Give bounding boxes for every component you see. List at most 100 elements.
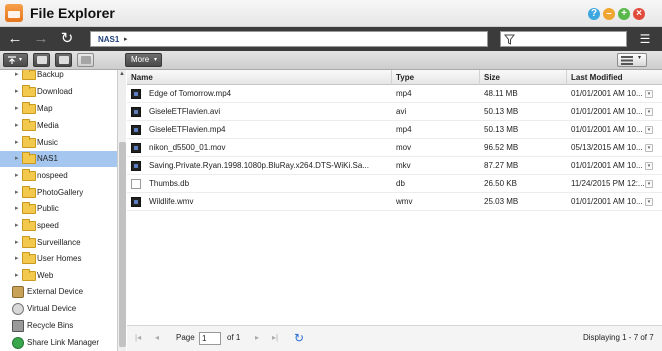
tree-item-web[interactable]: ▸ Web xyxy=(0,268,117,284)
video-file-icon xyxy=(131,143,141,153)
root-item-label: Virtual Device xyxy=(27,304,77,313)
expand-arrow-icon[interactable]: ▸ xyxy=(15,254,19,262)
tree-item-surveillance[interactable]: ▸ Surveillance xyxy=(0,235,117,251)
page-number-input[interactable]: 1 xyxy=(199,332,221,345)
expand-arrow-icon[interactable]: ▸ xyxy=(15,204,19,212)
expand-arrow-icon[interactable]: ▸ xyxy=(15,221,19,229)
tree-item-public[interactable]: ▸ Public xyxy=(0,201,117,217)
back-arrow-icon[interactable]: ← xyxy=(6,31,24,47)
tree-item-music[interactable]: ▸ Music xyxy=(0,135,117,151)
expand-arrow-icon[interactable]: ▸ xyxy=(15,138,19,146)
tree-item-media[interactable]: ▸ Media xyxy=(0,118,117,134)
root-item-external-device[interactable]: External Device xyxy=(0,284,117,300)
scroll-up-arrow-icon[interactable]: ▲ xyxy=(119,71,125,77)
root-item-virtual-device[interactable]: Virtual Device xyxy=(0,301,117,317)
file-type: mp4 xyxy=(396,89,412,98)
row-menu-arrow-icon[interactable]: ▾ xyxy=(645,180,653,188)
page-count-label: of 1 xyxy=(227,333,241,342)
tree-item-map[interactable]: ▸ Map xyxy=(0,101,117,117)
expand-arrow-icon[interactable]: ▸ xyxy=(15,271,19,279)
refresh-icon[interactable]: ↻ xyxy=(58,31,76,47)
expand-arrow-icon[interactable]: ▸ xyxy=(15,70,19,78)
file-size: 87.27 MB xyxy=(484,161,519,170)
root-item-recycle-bins[interactable]: Recycle Bins xyxy=(0,318,117,334)
file-row[interactable]: nikon_d5500_01.mov mov 96.52 MB 05/13/20… xyxy=(127,139,662,157)
path-breadcrumb[interactable]: NAS1 ▸ xyxy=(90,31,488,47)
close-button[interactable]: × xyxy=(633,8,645,20)
view-mode-button[interactable]: ▾ xyxy=(617,53,647,67)
tree-item-speed[interactable]: ▸ speed xyxy=(0,218,117,234)
root-item-label: Share Link Manager xyxy=(27,338,100,347)
file-type: db xyxy=(396,179,405,188)
external-device-icon xyxy=(12,286,24,298)
breadcrumb-segment-nas1[interactable]: NAS1 xyxy=(98,35,119,44)
help-button[interactable]: ? xyxy=(588,8,600,20)
sidebar-scrollbar[interactable]: ▲ xyxy=(117,70,126,351)
tree-item-label: Surveillance xyxy=(37,238,81,247)
expand-arrow-icon[interactable]: ▸ xyxy=(15,104,19,112)
folder-action-button[interactable] xyxy=(55,53,72,67)
tree-item-nas1[interactable]: ▸ NAS1 xyxy=(0,151,117,167)
filter-icon xyxy=(504,34,515,45)
row-menu-arrow-icon[interactable]: ▾ xyxy=(645,126,653,134)
view-mode-dropdown-arrow-icon: ▾ xyxy=(638,55,642,61)
maximize-button[interactable]: + xyxy=(618,8,630,20)
root-item-label: External Device xyxy=(27,287,84,296)
file-row[interactable]: Saving.Private.Ryan.1998.1080p.BluRay.x2… xyxy=(127,157,662,175)
row-menu-arrow-icon[interactable]: ▾ xyxy=(645,90,653,98)
last-page-icon[interactable]: ▸| xyxy=(272,333,278,342)
filter-input[interactable] xyxy=(500,31,627,47)
column-header-name[interactable]: Name xyxy=(127,70,392,85)
expand-arrow-icon[interactable]: ▸ xyxy=(15,238,19,246)
expand-arrow-icon[interactable]: ▸ xyxy=(15,154,19,162)
file-name: Wildlife.wmv xyxy=(149,197,194,206)
action-toolbar: ▾ More ▾ ▾ xyxy=(0,51,662,70)
folder-icon xyxy=(22,252,36,264)
refresh-list-icon[interactable]: ↻ xyxy=(294,331,304,345)
folder-icon xyxy=(22,219,36,231)
create-folder-button[interactable] xyxy=(33,53,50,67)
file-row[interactable]: Edge of Tomorrow.mp4 mp4 48.11 MB 01/01/… xyxy=(127,85,662,103)
file-name: nikon_d5500_01.mov xyxy=(149,143,226,152)
tree-item-label: Music xyxy=(37,138,58,147)
root-item-share-link-manager[interactable]: Share Link Manager xyxy=(0,335,117,351)
more-button[interactable]: More ▾ xyxy=(125,53,162,67)
column-header-type[interactable]: Type xyxy=(392,70,480,85)
folder-tree: ▸ Backup ▸ Download ▸ Map ▸ Media ▸ Musi… xyxy=(0,70,117,351)
minimize-button[interactable]: – xyxy=(603,8,615,20)
row-menu-arrow-icon[interactable]: ▾ xyxy=(645,162,653,170)
file-row[interactable]: GiseleETFlavien.mp4 mp4 50.13 MB 01/01/2… xyxy=(127,121,662,139)
forward-arrow-icon[interactable]: → xyxy=(32,31,50,47)
file-row[interactable]: Thumbs.db db 26.50 KB 11/24/2015 PM 12:.… xyxy=(127,175,662,193)
expand-arrow-icon[interactable]: ▸ xyxy=(15,188,19,196)
column-header-last-modified[interactable]: Last Modified xyxy=(567,70,662,85)
row-menu-arrow-icon[interactable]: ▾ xyxy=(645,108,653,116)
column-header-size[interactable]: Size xyxy=(480,70,567,85)
create-folder-icon xyxy=(37,56,47,64)
file-row[interactable]: GiseleETFlavien.avi avi 50.13 MB 01/01/2… xyxy=(127,103,662,121)
tree-item-download[interactable]: ▸ Download xyxy=(0,84,117,100)
upload-button[interactable]: ▾ xyxy=(3,53,28,67)
scrollbar-thumb[interactable] xyxy=(119,142,126,347)
row-menu-arrow-icon[interactable]: ▾ xyxy=(645,144,653,152)
first-page-icon[interactable]: |◂ xyxy=(135,333,141,342)
expand-arrow-icon[interactable]: ▸ xyxy=(15,171,19,179)
copy-button[interactable] xyxy=(77,53,94,67)
tree-item-user-homes[interactable]: ▸ User Homes xyxy=(0,251,117,267)
row-menu-arrow-icon[interactable]: ▾ xyxy=(645,198,653,206)
tree-item-label: Download xyxy=(37,87,73,96)
previous-page-icon[interactable]: ◂ xyxy=(155,333,159,342)
window-title: File Explorer xyxy=(30,5,115,21)
view-options-icon[interactable]: ☰ xyxy=(637,31,653,47)
tree-item-backup[interactable]: ▸ Backup xyxy=(0,70,117,83)
tree-item-nospeed[interactable]: ▸ nospeed xyxy=(0,168,117,184)
next-page-icon[interactable]: ▸ xyxy=(255,333,259,342)
breadcrumb-arrow-icon[interactable]: ▸ xyxy=(124,35,128,43)
tree-item-label: PhotoGallery xyxy=(37,188,84,197)
expand-arrow-icon[interactable]: ▸ xyxy=(15,121,19,129)
tree-item-photogallery[interactable]: ▸ PhotoGallery xyxy=(0,185,117,201)
video-file-icon xyxy=(131,161,141,171)
file-row[interactable]: Wildlife.wmv wmv 25.03 MB 01/01/2001 AM … xyxy=(127,193,662,211)
folder-icon xyxy=(22,136,36,148)
expand-arrow-icon[interactable]: ▸ xyxy=(15,87,19,95)
